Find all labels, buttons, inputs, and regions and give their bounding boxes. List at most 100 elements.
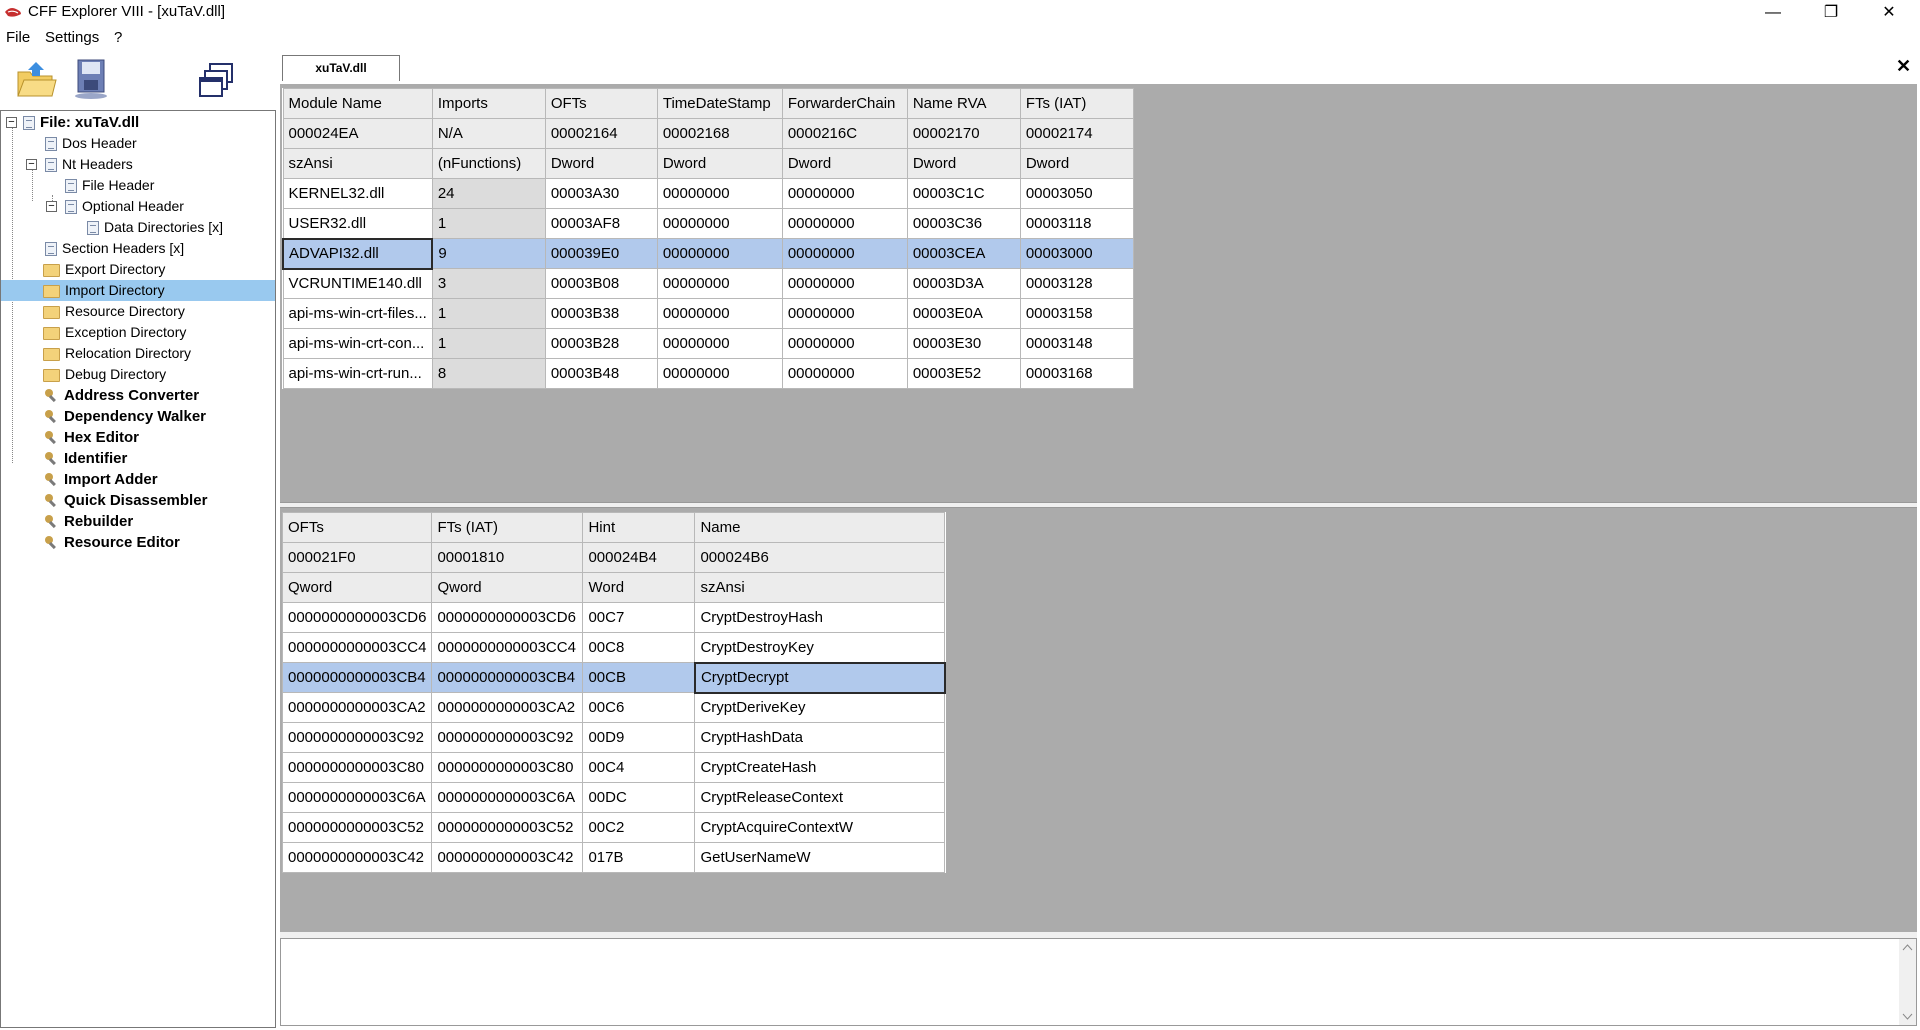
table-cell[interactable]: 0000000000003C80 bbox=[431, 752, 584, 783]
collapse-optional-header-button[interactable]: − bbox=[46, 201, 57, 212]
table-cell[interactable]: CryptDeriveKey bbox=[694, 692, 946, 723]
tree-tool-dependency-walker[interactable]: Dependency Walker bbox=[43, 406, 208, 427]
table-cell[interactable]: 00C6 bbox=[582, 692, 696, 723]
table-row[interactable]: 0000000000003CD6 0000000000003CD6 00C7 C… bbox=[281, 602, 946, 633]
table-cell[interactable]: 00000000 bbox=[656, 238, 783, 269]
table-cell[interactable]: 00000000 bbox=[656, 208, 783, 239]
tree-item-data-directories[interactable]: Data Directories [x] bbox=[87, 217, 225, 238]
table-cell[interactable]: CryptDecrypt bbox=[693, 661, 946, 694]
table-cell[interactable]: 00000000 bbox=[781, 328, 908, 359]
tree-item-exception-directory[interactable]: Exception Directory bbox=[43, 322, 188, 343]
tree-item-optional-header[interactable]: Optional Header bbox=[65, 196, 186, 217]
table-cell[interactable]: 00000000 bbox=[781, 298, 908, 329]
table-cell[interactable]: 00000000 bbox=[656, 328, 783, 359]
column-header[interactable]: Hint bbox=[582, 512, 696, 543]
table-cell[interactable]: 00003168 bbox=[1019, 358, 1134, 389]
column-header[interactable]: TimeDateStamp bbox=[656, 88, 783, 119]
table-cell[interactable]: 00003118 bbox=[1019, 208, 1134, 239]
table-cell[interactable]: 00C2 bbox=[582, 812, 696, 843]
restore-button[interactable]: ❐ bbox=[1802, 0, 1860, 26]
table-cell[interactable]: 00000000 bbox=[781, 358, 908, 389]
close-tab-icon[interactable]: ✕ bbox=[1896, 56, 1911, 77]
table-cell[interactable]: 00003D3A bbox=[906, 268, 1021, 299]
table-cell[interactable]: CryptDestroyHash bbox=[694, 602, 946, 633]
save-file-icon[interactable] bbox=[70, 56, 114, 100]
tree-tool-import-adder[interactable]: Import Adder bbox=[43, 469, 160, 490]
table-cell[interactable]: 9 bbox=[431, 238, 546, 269]
tree-tool-quick-disassembler[interactable]: Quick Disassembler bbox=[43, 490, 209, 511]
bottom-pane[interactable] bbox=[280, 938, 1917, 1026]
table-cell[interactable]: 00CB bbox=[582, 662, 696, 693]
tree-item-debug-directory[interactable]: Debug Directory bbox=[43, 364, 168, 385]
table-cell[interactable]: 0000000000003C6A bbox=[431, 782, 584, 813]
column-header[interactable]: Module Name bbox=[282, 88, 433, 119]
table-cell[interactable]: 00003050 bbox=[1019, 178, 1134, 209]
table-cell[interactable]: 00003B38 bbox=[544, 298, 658, 329]
table-cell[interactable]: 00000000 bbox=[656, 298, 783, 329]
column-header[interactable]: ForwarderChain bbox=[781, 88, 908, 119]
table-cell[interactable]: 00003CEA bbox=[906, 238, 1021, 269]
table-cell[interactable]: api-ms-win-crt-files... bbox=[282, 298, 433, 329]
table-cell[interactable]: 0000000000003C92 bbox=[281, 722, 433, 753]
tree-item-section-headers[interactable]: Section Headers [x] bbox=[45, 238, 186, 259]
table-cell[interactable]: 24 bbox=[431, 178, 546, 209]
table-cell[interactable]: 017B bbox=[582, 842, 696, 873]
table-cell[interactable]: 0000000000003CB4 bbox=[431, 662, 584, 693]
scroll-down-icon[interactable] bbox=[1902, 1013, 1913, 1021]
tree-tool-hex-editor[interactable]: Hex Editor bbox=[43, 427, 141, 448]
table-cell[interactable]: 3 bbox=[431, 268, 546, 299]
tree-tool-identifier[interactable]: Identifier bbox=[43, 448, 129, 469]
table-cell[interactable]: 00003000 bbox=[1019, 238, 1134, 269]
table-cell[interactable]: 000039E0 bbox=[544, 238, 658, 269]
table-cell[interactable]: 0000000000003C6A bbox=[281, 782, 433, 813]
table-cell[interactable]: 00003A30 bbox=[544, 178, 658, 209]
table-cell[interactable]: 00C7 bbox=[582, 602, 696, 633]
table-cell[interactable]: 00003158 bbox=[1019, 298, 1134, 329]
table-cell[interactable]: 0000000000003CC4 bbox=[431, 632, 584, 663]
table-cell[interactable]: KERNEL32.dll bbox=[282, 178, 433, 209]
table-cell[interactable]: 1 bbox=[431, 208, 546, 239]
table-cell[interactable]: 00003E0A bbox=[906, 298, 1021, 329]
scroll-up-icon[interactable] bbox=[1902, 943, 1913, 951]
table-cell[interactable]: 00003E30 bbox=[906, 328, 1021, 359]
table-cell[interactable]: ADVAPI32.dll bbox=[281, 237, 434, 270]
table-cell[interactable]: 0000000000003CA2 bbox=[431, 692, 584, 723]
table-cell[interactable]: CryptReleaseContext bbox=[694, 782, 946, 813]
table-cell[interactable]: 0000000000003CC4 bbox=[281, 632, 433, 663]
table-cell[interactable]: 00000000 bbox=[656, 358, 783, 389]
table-row[interactable]: 0000000000003CC4 0000000000003CC4 00C8 C… bbox=[281, 632, 946, 663]
close-button[interactable]: ✕ bbox=[1860, 0, 1918, 26]
tree-tool-resource-editor[interactable]: Resource Editor bbox=[43, 532, 182, 553]
table-cell[interactable]: CryptHashData bbox=[694, 722, 946, 753]
column-header[interactable]: OFTs bbox=[544, 88, 658, 119]
table-cell[interactable]: 0000000000003C92 bbox=[431, 722, 584, 753]
table-cell[interactable]: 00003C1C bbox=[906, 178, 1021, 209]
tree-item-import-directory[interactable]: Import Directory bbox=[1, 280, 275, 301]
table-cell[interactable]: 00DC bbox=[582, 782, 696, 813]
file-tab[interactable]: xuTaV.dll bbox=[282, 55, 400, 81]
table-cell[interactable]: 00000000 bbox=[781, 238, 908, 269]
table-row[interactable]: 0000000000003C42 0000000000003C42 017B G… bbox=[281, 842, 946, 873]
table-cell[interactable]: 8 bbox=[431, 358, 546, 389]
column-header[interactable]: Name RVA bbox=[906, 88, 1021, 119]
table-row[interactable]: 0000000000003C6A 0000000000003C6A 00DC C… bbox=[281, 782, 946, 813]
menu-settings[interactable]: Settings bbox=[45, 29, 99, 46]
collapse-nt-headers-button[interactable]: − bbox=[26, 159, 37, 170]
table-cell[interactable]: 00C4 bbox=[582, 752, 696, 783]
table-cell[interactable]: 0000000000003CD6 bbox=[281, 602, 433, 633]
table-row[interactable]: 0000000000003C92 0000000000003C92 00D9 C… bbox=[281, 722, 946, 753]
column-header[interactable]: Name bbox=[694, 512, 946, 543]
menu-file[interactable]: File bbox=[6, 29, 30, 46]
column-header[interactable]: FTs (IAT) bbox=[431, 512, 584, 543]
table-cell[interactable]: 00000000 bbox=[656, 268, 783, 299]
table-cell[interactable]: GetUserNameW bbox=[694, 842, 946, 873]
tree-item-export-directory[interactable]: Export Directory bbox=[43, 259, 167, 280]
table-cell[interactable]: 00000000 bbox=[781, 208, 908, 239]
tree-item-nt-headers[interactable]: Nt Headers bbox=[45, 154, 135, 175]
menu-help[interactable]: ? bbox=[114, 29, 122, 46]
collapse-root-button[interactable]: − bbox=[6, 117, 17, 128]
table-cell[interactable]: CryptDestroyKey bbox=[694, 632, 946, 663]
tree-item-dos-header[interactable]: Dos Header bbox=[45, 133, 139, 154]
table-cell[interactable]: CryptCreateHash bbox=[694, 752, 946, 783]
tree-root-file[interactable]: File: xuTaV.dll bbox=[23, 112, 141, 133]
